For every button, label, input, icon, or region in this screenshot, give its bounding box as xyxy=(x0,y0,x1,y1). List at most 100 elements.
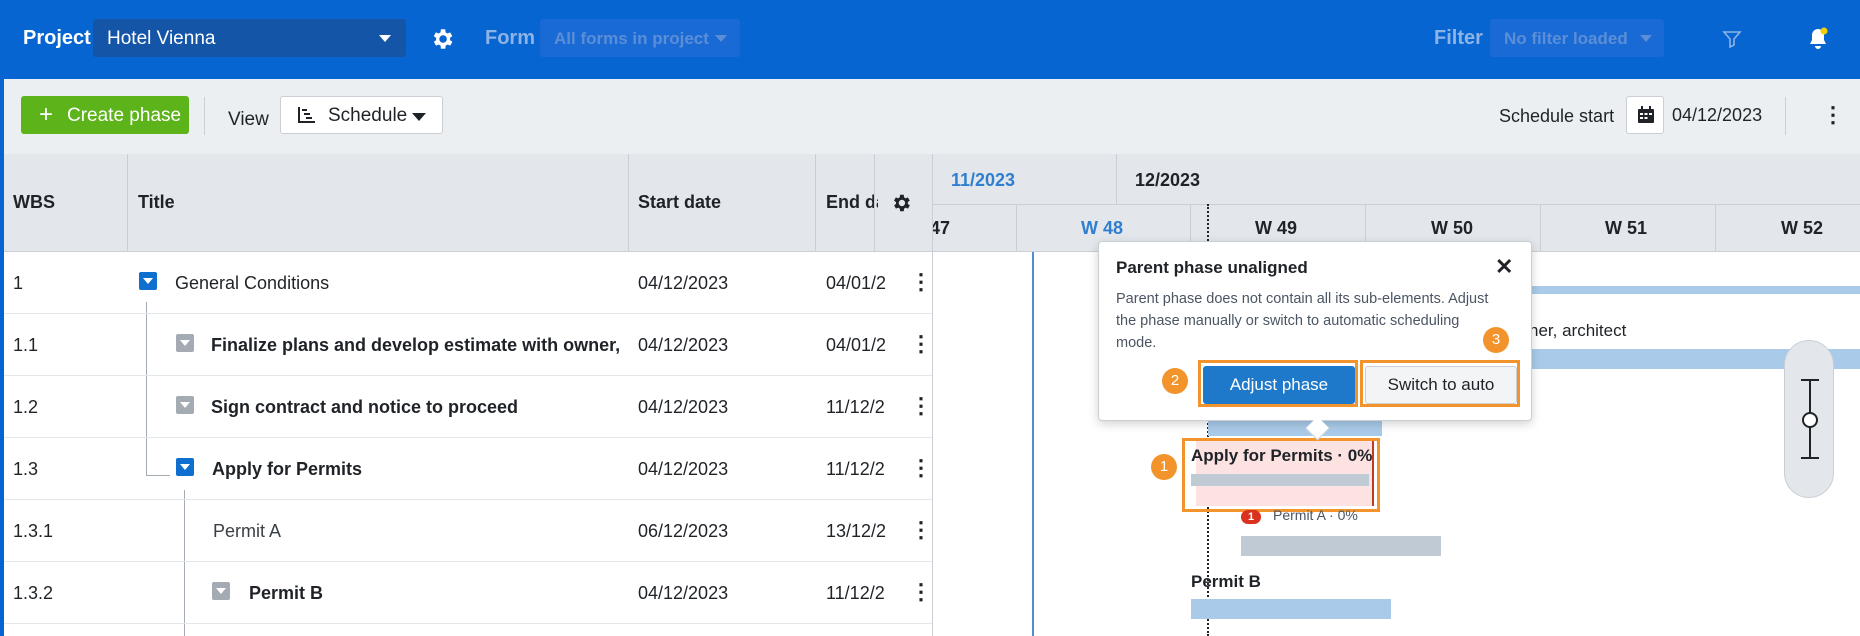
view-select[interactable]: Schedule xyxy=(280,96,443,134)
column-divider[interactable] xyxy=(628,154,629,252)
column-settings-gear-icon[interactable] xyxy=(890,192,912,214)
chevron-down-icon xyxy=(715,35,727,42)
end-date-cell[interactable]: 11/12/2 xyxy=(826,397,896,418)
step-marker-2: 2 xyxy=(1162,368,1188,394)
schedule-start-field[interactable]: 04/12/2023 xyxy=(1626,96,1790,134)
gantt-header: 11/2023 12/2023 47 W 48 W 49 W 50 W 51 W… xyxy=(933,154,1860,252)
collapse-toggle-icon[interactable] xyxy=(176,458,194,476)
gear-icon[interactable] xyxy=(429,26,455,52)
zoom-slider[interactable] xyxy=(1784,340,1834,498)
start-date-cell[interactable]: 04/12/2023 xyxy=(638,335,728,356)
week-label: 47 xyxy=(932,218,951,238)
column-divider[interactable] xyxy=(127,154,128,252)
gantt-bar-permit-a[interactable] xyxy=(1241,536,1441,556)
start-date-cell[interactable]: 06/12/2023 xyxy=(638,521,728,542)
collapse-toggle-icon[interactable] xyxy=(176,396,194,414)
month-label: 11/2023 xyxy=(951,170,1016,190)
table-row[interactable]: 1 General Conditions 04/12/2023 04/01/2 … xyxy=(4,252,932,314)
view-select-value: Schedule xyxy=(328,105,408,126)
close-icon[interactable]: ✕ xyxy=(1495,254,1513,280)
column-divider xyxy=(874,154,875,252)
collapse-toggle-icon[interactable] xyxy=(212,582,230,600)
filter-select[interactable]: No filter loaded xyxy=(1490,19,1664,57)
end-date-cell[interactable]: 04/01/2 xyxy=(826,335,896,356)
week-label: W 48 xyxy=(1081,218,1124,238)
table-row[interactable]: 1.3.2 Permit B 04/12/2023 11/12/2 ⋮ xyxy=(4,562,932,624)
start-date-cell[interactable]: 04/12/2023 xyxy=(638,273,728,294)
start-date-cell[interactable]: 04/12/2023 xyxy=(638,397,728,418)
form-select-value: All forms in project xyxy=(554,29,709,48)
project-select-value: Hotel Vienna xyxy=(107,28,216,49)
divider xyxy=(204,97,205,135)
warning-badge: 1 xyxy=(1241,510,1261,524)
table-header: WBS Title Start date End da xyxy=(4,154,932,252)
wbs-cell: 1.3.2 xyxy=(13,583,54,603)
header-divider xyxy=(933,204,1860,205)
more-options-icon[interactable]: ⋮ xyxy=(1822,104,1844,126)
row-menu-icon[interactable]: ⋮ xyxy=(910,393,932,419)
table-row[interactable]: 1.3 Apply for Permits 04/12/2023 11/12/2… xyxy=(4,438,932,500)
column-divider[interactable] xyxy=(815,154,816,252)
filter-icon[interactable] xyxy=(1722,29,1742,49)
month-divider xyxy=(1116,154,1117,204)
column-header-wbs[interactable]: WBS xyxy=(13,192,55,213)
column-header-end-date[interactable]: End da xyxy=(826,192,878,213)
gantt-bar-label: Permit A · 0% xyxy=(1273,507,1358,523)
bell-icon[interactable] xyxy=(1807,27,1829,51)
collapse-toggle-icon[interactable] xyxy=(139,272,157,290)
zoom-tick xyxy=(1801,457,1819,459)
project-select[interactable]: Hotel Vienna xyxy=(93,19,406,57)
table-row[interactable]: 1.2 Sign contract and notice to proceed … xyxy=(4,376,932,438)
collapse-toggle-icon[interactable] xyxy=(176,334,194,352)
title-cell[interactable]: Sign contract and notice to proceed xyxy=(211,397,518,418)
start-date-cell[interactable]: 04/12/2023 xyxy=(638,583,728,604)
calendar-icon xyxy=(1637,106,1655,129)
row-menu-icon[interactable]: ⋮ xyxy=(910,331,932,357)
popup-message: Parent phase does not contain all its su… xyxy=(1116,291,1489,351)
column-header-title[interactable]: Title xyxy=(138,192,175,213)
project-label: Project xyxy=(23,27,91,49)
wbs-cell: 1.3.1 xyxy=(13,521,54,541)
row-menu-icon[interactable]: ⋮ xyxy=(910,269,932,295)
highlight-box-apply-permits xyxy=(1182,438,1380,512)
zoom-handle[interactable] xyxy=(1802,412,1818,428)
chevron-down-icon xyxy=(379,35,391,42)
calendar-button[interactable] xyxy=(1626,96,1664,134)
end-date-cell[interactable]: 13/12/2 xyxy=(826,521,896,542)
start-date-cell[interactable]: 04/12/2023 xyxy=(638,459,728,480)
title-cell[interactable]: Permit A xyxy=(213,521,281,542)
week-label: W 50 xyxy=(1431,218,1474,238)
table-row[interactable]: 1.3.1 Permit A 06/12/2023 13/12/2 ⋮ xyxy=(4,500,932,562)
week-label: W 51 xyxy=(1605,218,1648,238)
gantt-bar-label: Permit B xyxy=(1191,572,1261,591)
end-date-cell[interactable]: 11/12/2 xyxy=(826,459,896,480)
schedule-start-label: Schedule start xyxy=(1499,106,1615,126)
create-phase-label: Create phase xyxy=(67,105,182,126)
form-select[interactable]: All forms in project xyxy=(540,19,740,57)
divider xyxy=(1785,97,1786,135)
end-date-cell[interactable]: 04/01/2 xyxy=(826,273,896,294)
month-label: 12/2023 xyxy=(1135,170,1201,190)
title-cell[interactable]: Permit B xyxy=(249,583,323,604)
popup-title: Parent phase unaligned xyxy=(1116,258,1308,277)
title-cell[interactable]: Apply for Permits xyxy=(212,459,362,480)
row-menu-icon[interactable]: ⋮ xyxy=(910,517,932,543)
chevron-down-icon xyxy=(1640,35,1652,42)
wbs-cell: 1.3 xyxy=(13,459,39,479)
title-cell[interactable]: General Conditions xyxy=(175,273,329,294)
title-cell[interactable]: Finalize plans and develop estimate with… xyxy=(211,335,623,356)
table-row[interactable]: 1.1 Finalize plans and develop estimate … xyxy=(4,314,932,376)
end-date-cell[interactable]: 11/12/2 xyxy=(826,583,896,604)
step-marker-1: 1 xyxy=(1151,454,1177,480)
gantt-bar-permit-b[interactable] xyxy=(1191,599,1391,619)
row-menu-icon[interactable]: ⋮ xyxy=(910,455,932,481)
week-divider xyxy=(1016,204,1017,252)
filter-select-value: No filter loaded xyxy=(1504,29,1628,48)
schedule-start-value: 04/12/2023 xyxy=(1672,105,1763,125)
column-header-start-date[interactable]: Start date xyxy=(638,192,721,213)
phase-table: WBS Title Start date End da 1 General Co… xyxy=(0,154,932,636)
wbs-cell: 1 xyxy=(13,273,24,293)
row-menu-icon[interactable]: ⋮ xyxy=(910,579,932,605)
create-phase-button[interactable]: + Create phase xyxy=(21,96,189,134)
step-marker-3: 3 xyxy=(1483,327,1509,353)
